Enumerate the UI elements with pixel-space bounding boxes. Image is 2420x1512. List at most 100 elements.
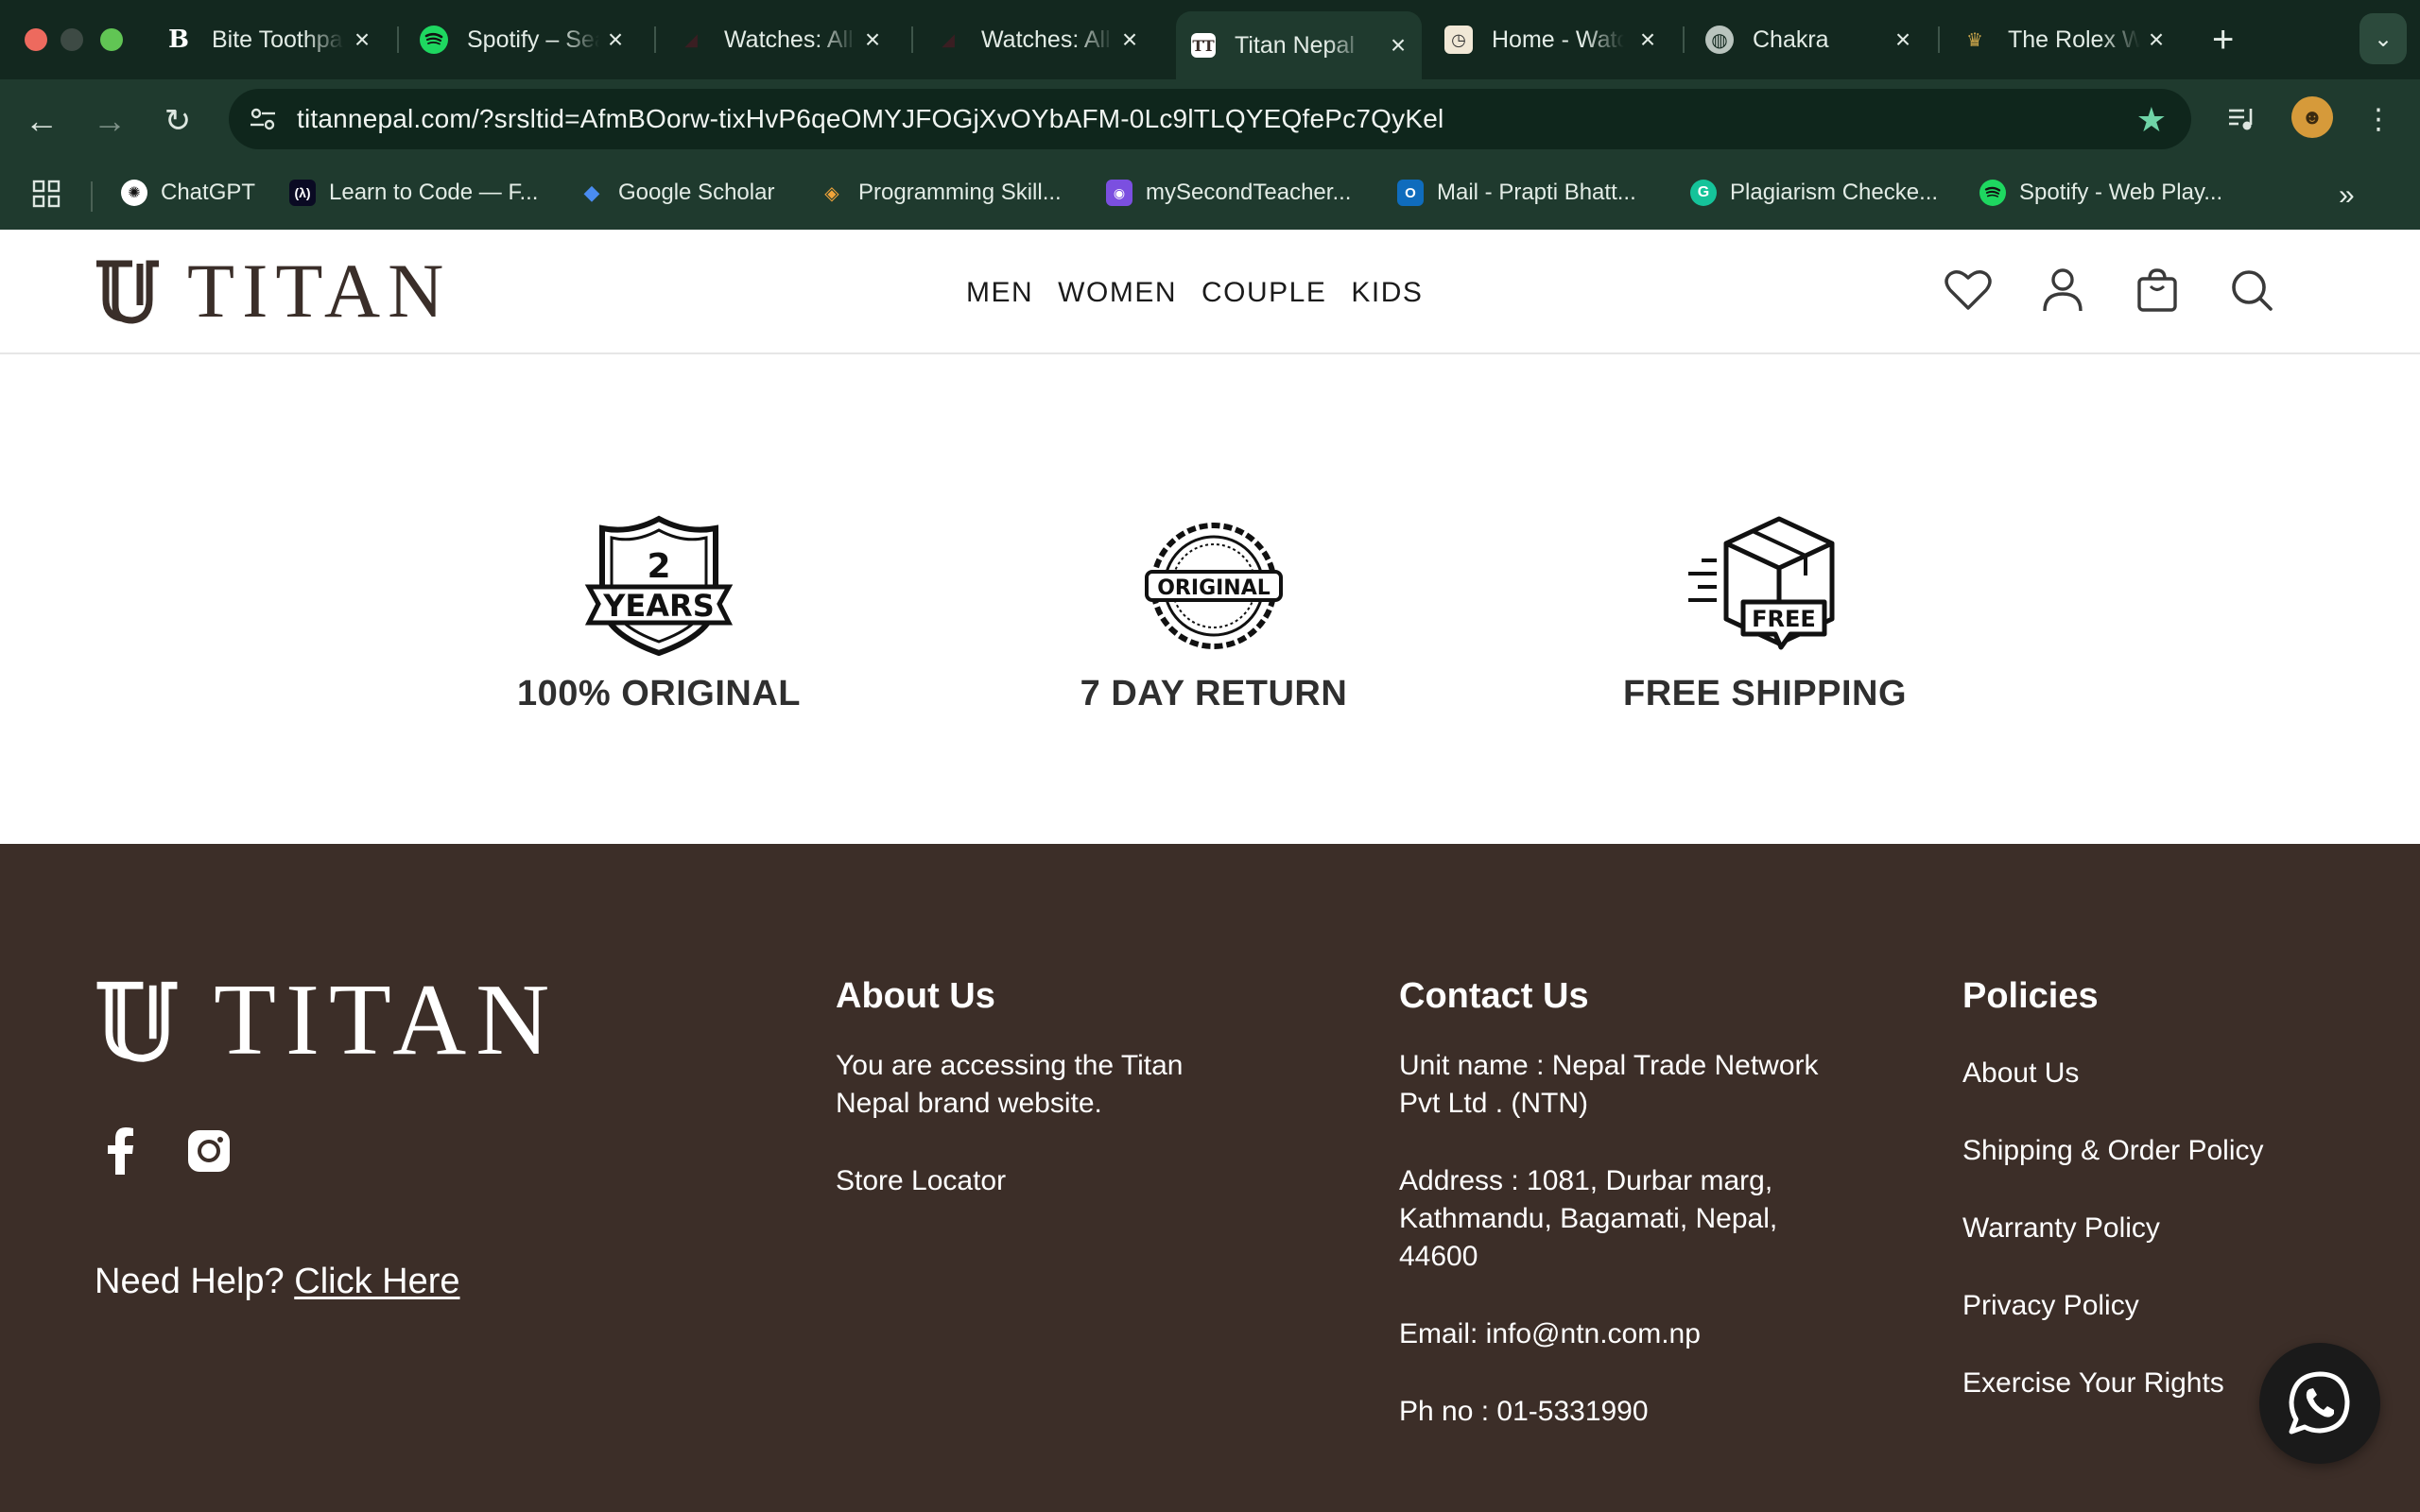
policy-link-shipping[interactable]: Shipping & Order Policy (1962, 1132, 2360, 1170)
close-window-button[interactable] (25, 28, 47, 51)
policy-link-warranty[interactable]: Warranty Policy (1962, 1210, 2360, 1247)
contact-email[interactable]: Email: info@ntn.com.np (1399, 1315, 1843, 1353)
back-button[interactable]: ← (19, 98, 64, 144)
close-tab-icon[interactable]: × (2142, 25, 2170, 55)
new-tab-button[interactable]: + (2212, 19, 2234, 61)
store-locator-link[interactable]: Store Locator (836, 1162, 1252, 1200)
bookmark-star-icon[interactable]: ★ (2136, 100, 2167, 140)
more-bookmarks-icon[interactable]: » (2339, 180, 2355, 212)
tab-home-watches[interactable]: ◷ Home - Watches × (1444, 13, 1662, 66)
bookmark-outlook-mail[interactable]: O Mail - Prapti Bhatt... (1397, 180, 1636, 206)
close-tab-icon[interactable]: × (1115, 25, 1144, 55)
bookmark-programming-skills[interactable]: ◈ Programming Skill... (819, 180, 1061, 206)
site-settings-icon[interactable] (246, 102, 280, 136)
media-control-icon[interactable] (2218, 94, 2267, 144)
bookmark-plagiarism-checker[interactable]: G Plagiarism Checke... (1690, 180, 1938, 206)
browser-toolbar: ← → ↻ titannepal.com/?srsltid=AfmBOorw-t… (0, 79, 2420, 163)
shopping-bag-icon[interactable] (2131, 264, 2184, 317)
crown-icon: ♛ (1966, 29, 1983, 51)
footer-contact-column: Contact Us Unit name : Nepal Trade Netwo… (1399, 976, 1843, 1431)
svg-text:FREE: FREE (1752, 606, 1816, 632)
search-icon[interactable] (2225, 264, 2278, 317)
original-seal-icon: ORIGINAL (1145, 523, 1283, 649)
graduation-cap-icon: ◆ (583, 180, 600, 204)
browser-chrome: B Bite Toothpaste × Spotify – Search × ◢… (0, 0, 2420, 230)
bookmark-spotify[interactable]: Spotify - Web Play... (1979, 180, 2222, 206)
nav-couple[interactable]: COUPLE (1201, 277, 1326, 309)
tab-spotify[interactable]: Spotify – Search × (420, 13, 630, 66)
policy-link-privacy[interactable]: Privacy Policy (1962, 1287, 2360, 1325)
nav-women[interactable]: WOMEN (1058, 277, 1177, 309)
mysecondteacher-icon: ◉ (1106, 180, 1132, 206)
close-tab-icon[interactable]: × (1634, 25, 1662, 55)
tab-chakra[interactable]: ◍ Chakra × (1705, 13, 1917, 66)
titan-logo[interactable]: TITAN (95, 252, 451, 330)
grammarly-icon: G (1690, 180, 1717, 206)
policy-link-about-us[interactable]: About Us (1962, 1055, 2360, 1092)
features-section: 2 YEARS 100% ORIGINAL ORIGINAL 7 DAY RET… (0, 354, 2420, 844)
apps-grid-icon[interactable] (32, 180, 60, 208)
site-header: TITAN MEN WOMEN COUPLE KIDS (0, 230, 2420, 354)
close-tab-icon[interactable]: × (601, 25, 630, 55)
spotify-icon (1979, 180, 2006, 206)
help-click-here-link[interactable]: Click Here (294, 1262, 459, 1301)
titan-logo-icon: TT (1191, 33, 1216, 58)
chatgpt-icon: ✺ (121, 180, 147, 206)
instagram-icon[interactable] (185, 1127, 233, 1175)
whatsapp-icon (2289, 1371, 2350, 1435)
spotify-icon (420, 26, 448, 54)
programming-skills-icon: ◈ (824, 182, 839, 204)
site-footer: TITAN Need Help? Click Here About Us You… (0, 844, 2420, 1512)
bite-icon: B (168, 26, 189, 54)
tab-strip: B Bite Toothpaste × Spotify – Search × ◢… (0, 0, 2420, 79)
footer-titan-logo[interactable]: TITAN (95, 970, 559, 1072)
feature-shipping: FREE FREE SHIPPING (1576, 515, 1954, 714)
tab-rolex[interactable]: ♛ The Rolex Watch × (1961, 13, 2170, 66)
whatsapp-chat-button[interactable] (2259, 1343, 2380, 1464)
bookmark-mysecondteacher[interactable]: ◉ mySecondTeacher... (1106, 180, 1351, 206)
globe-icon: ◍ (1705, 26, 1734, 54)
close-tab-icon[interactable]: × (348, 25, 376, 55)
forward-button[interactable]: → (87, 98, 132, 144)
bookmark-google-scholar[interactable]: ◆ Google Scholar (579, 180, 775, 206)
feature-original: 2 YEARS 100% ORIGINAL (470, 515, 848, 714)
outlook-icon: O (1397, 180, 1424, 206)
bookmark-freecodecamp[interactable]: (λ) Learn to Code — F... (289, 180, 538, 206)
close-tab-icon[interactable]: × (1889, 25, 1917, 55)
nav-kids[interactable]: KIDS (1351, 277, 1423, 309)
minimize-window-button[interactable] (60, 28, 83, 51)
account-user-icon[interactable] (2036, 264, 2089, 317)
dark-site-icon: ◢ (942, 29, 955, 49)
browser-menu-icon[interactable]: ⋮ (2354, 94, 2403, 144)
tab-watches-1[interactable]: ◢ Watches: All × (677, 13, 887, 66)
bookmark-chatgpt[interactable]: ✺ ChatGPT (121, 180, 255, 206)
footer-about-column: About Us You are accessing the Titan Nep… (836, 976, 1252, 1200)
dark-site-icon: ◢ (684, 29, 698, 49)
url-text: titannepal.com/?srsltid=AfmBOorw-tixHvP6… (297, 104, 1444, 133)
tab-watches-2[interactable]: ◢ Watches: All × (934, 13, 1144, 66)
main-nav: MEN WOMEN COUPLE KIDS (966, 277, 1423, 309)
wishlist-heart-icon[interactable] (1942, 264, 1995, 317)
svg-text:YEARS: YEARS (602, 588, 714, 624)
contact-heading: Contact Us (1399, 976, 1589, 1016)
contact-address: Address : 1081, Durbar marg, Kathmandu, … (1399, 1165, 1778, 1272)
titan-logo-mark-icon (96, 260, 159, 324)
free-shipping-box-icon: FREE (1688, 516, 1835, 650)
maximize-window-button[interactable] (100, 28, 123, 51)
about-heading: About Us (836, 976, 995, 1016)
facebook-icon[interactable] (96, 1127, 144, 1175)
address-bar[interactable]: titannepal.com/?srsltid=AfmBOorw-tixHvP6… (229, 89, 2191, 149)
two-years-shield-icon: 2 YEARS (584, 515, 734, 657)
need-help: Need Help? Click Here (95, 1262, 460, 1301)
close-tab-icon[interactable]: × (1384, 30, 1412, 60)
reload-button[interactable]: ↻ (155, 98, 200, 144)
profile-avatar[interactable]: ☻ (2291, 96, 2333, 138)
contact-phone: Ph no : 01-5331990 (1399, 1396, 1649, 1427)
nav-men[interactable]: MEN (966, 277, 1033, 309)
tab-titan-nepal[interactable]: TT Titan Nepal × (1176, 11, 1422, 79)
close-tab-icon[interactable]: × (858, 25, 887, 55)
svg-text:2: 2 (647, 547, 670, 586)
tab-search-button[interactable]: ⌄ (2360, 13, 2407, 64)
tab-bite[interactable]: B Bite Toothpaste × (164, 13, 376, 66)
svg-text:ORIGINAL: ORIGINAL (1157, 576, 1270, 600)
